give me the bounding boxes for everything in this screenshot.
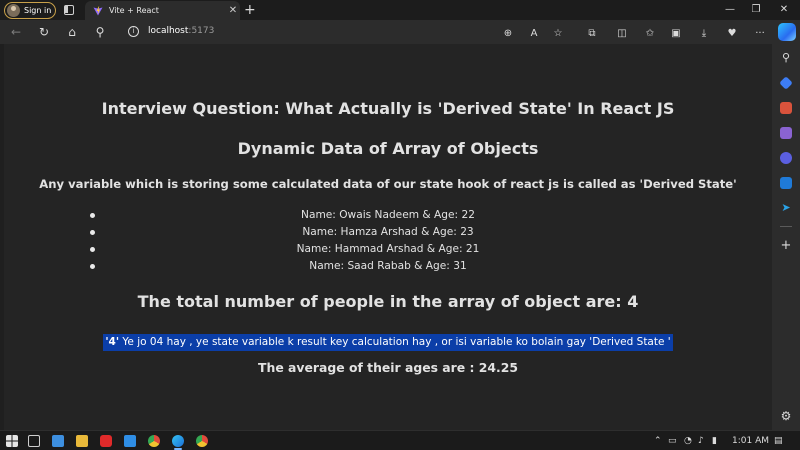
- close-window-button[interactable]: ✕: [774, 1, 794, 19]
- tab-title: Vite + React: [109, 6, 159, 15]
- more-menu-icon[interactable]: ···: [752, 26, 768, 42]
- vscode-icon[interactable]: [124, 435, 136, 447]
- collections-icon[interactable]: ▣: [668, 26, 684, 42]
- page-content: Interview Question: What Actually is 'De…: [4, 44, 772, 430]
- address-bar[interactable]: i localhost:5173 ⊕ A ☆ ⧉ ◫ ✩ ▣ ⤓ ♥ ···: [118, 22, 774, 42]
- briefcase-icon[interactable]: [780, 102, 792, 114]
- avatar: [7, 4, 20, 17]
- list-item: Name: Hammad Arshad & Age: 21: [4, 241, 772, 258]
- tab-strip: Sign in Vite + React ✕ + — ❐ ✕: [0, 0, 800, 20]
- restore-button[interactable]: ❐: [746, 1, 766, 19]
- site-info-icon[interactable]: i: [128, 26, 139, 37]
- games-icon[interactable]: [780, 127, 792, 139]
- windows-start-icon[interactable]: [6, 435, 18, 447]
- derived-value: '4': [105, 336, 120, 348]
- task-view-icon[interactable]: [28, 435, 40, 447]
- total-count-heading: The total number of people in the array …: [137, 292, 639, 311]
- vite-logo-icon: [93, 6, 103, 15]
- signin-label: Sign in: [24, 6, 52, 15]
- youtube-icon[interactable]: [100, 435, 112, 447]
- microsoft-store-icon[interactable]: [52, 435, 64, 447]
- extensions-icon[interactable]: ⧉: [584, 26, 600, 42]
- page-title: Interview Question: What Actually is 'De…: [101, 99, 675, 118]
- selected-text: '4' Ye jo 04 hay , ye state variable k r…: [103, 334, 673, 351]
- minimize-button[interactable]: —: [720, 1, 740, 19]
- read-aloud-icon[interactable]: A: [526, 26, 542, 42]
- volume-icon[interactable]: ♪: [698, 434, 704, 448]
- add-icon[interactable]: +: [780, 239, 792, 252]
- favorites-icon[interactable]: ✩: [642, 26, 658, 42]
- signin-button[interactable]: Sign in: [4, 2, 56, 19]
- chevron-up-icon[interactable]: ⌃: [654, 434, 662, 448]
- battery-icon[interactable]: ▮: [712, 434, 717, 448]
- file-explorer-icon[interactable]: [76, 435, 88, 447]
- telegram-icon[interactable]: ➤: [780, 202, 792, 214]
- notifications-icon[interactable]: ▤: [774, 434, 783, 448]
- clock[interactable]: 1:01 AM: [732, 434, 769, 448]
- wifi-icon[interactable]: ◔: [684, 434, 692, 448]
- chrome-icon[interactable]: [148, 435, 160, 447]
- new-tab-button[interactable]: +: [244, 1, 256, 19]
- back-icon[interactable]: ←: [8, 24, 24, 40]
- list-item: Name: Owais Nadeem & Age: 22: [4, 207, 772, 224]
- settings-gear-icon[interactable]: ⚙: [780, 410, 792, 422]
- browser-window: Sign in Vite + React ✕ + — ❐ ✕ ← ↻ ⌂ ⚲ i…: [0, 0, 800, 450]
- derived-state-note: '4' Ye jo 04 hay , ye state variable k r…: [4, 330, 772, 351]
- tag-icon[interactable]: [779, 76, 793, 90]
- search-icon[interactable]: ⚲: [780, 52, 792, 64]
- sidebar-divider: [780, 226, 792, 227]
- network-icon[interactable]: ▭: [668, 434, 677, 448]
- tab-close-icon[interactable]: ✕: [226, 5, 240, 16]
- tab-actions-icon[interactable]: [64, 5, 74, 15]
- edge-icon[interactable]: [172, 435, 184, 447]
- browser-essentials-icon[interactable]: ♥: [724, 26, 740, 42]
- average-heading: The average of their ages are : 24.25: [258, 360, 518, 375]
- copilot-icon[interactable]: [778, 23, 796, 41]
- taskbar: ⌃ ▭ ◔ ♪ ▮ 1:01 AM ▤: [0, 430, 800, 450]
- section-heading: Dynamic Data of Array of Objects: [237, 139, 539, 158]
- derived-explanation: Ye jo 04 hay , ye state variable k resul…: [119, 336, 671, 348]
- url-text[interactable]: localhost:5173: [148, 26, 214, 36]
- search-icon[interactable]: ⚲: [92, 24, 108, 40]
- list-item: Name: Hamza Arshad & Age: 23: [4, 224, 772, 241]
- list-item: Name: Saad Rabab & Age: 31: [4, 258, 772, 275]
- navigation-bar: ← ↻ ⌂ ⚲ i localhost:5173 ⊕ A ☆ ⧉ ◫ ✩ ▣ ⤓…: [0, 20, 800, 44]
- definition-heading: Any variable which is storing some calcu…: [39, 177, 737, 191]
- edge-sidebar: ⚲ ➤ + ⚙: [772, 44, 800, 430]
- refresh-icon[interactable]: ↻: [36, 24, 52, 40]
- copilot-app-icon[interactable]: [780, 152, 792, 164]
- outlook-icon[interactable]: [780, 177, 792, 189]
- chrome-icon[interactable]: [196, 435, 208, 447]
- people-list: Name: Owais Nadeem & Age: 22 Name: Hamza…: [4, 207, 772, 275]
- split-screen-icon[interactable]: ◫: [614, 26, 630, 42]
- home-icon[interactable]: ⌂: [64, 24, 80, 40]
- tab-vite-react[interactable]: Vite + React ✕: [85, 1, 240, 20]
- zoom-icon[interactable]: ⊕: [500, 26, 516, 42]
- favorite-star-icon[interactable]: ☆: [550, 26, 566, 42]
- downloads-icon[interactable]: ⤓: [696, 26, 712, 42]
